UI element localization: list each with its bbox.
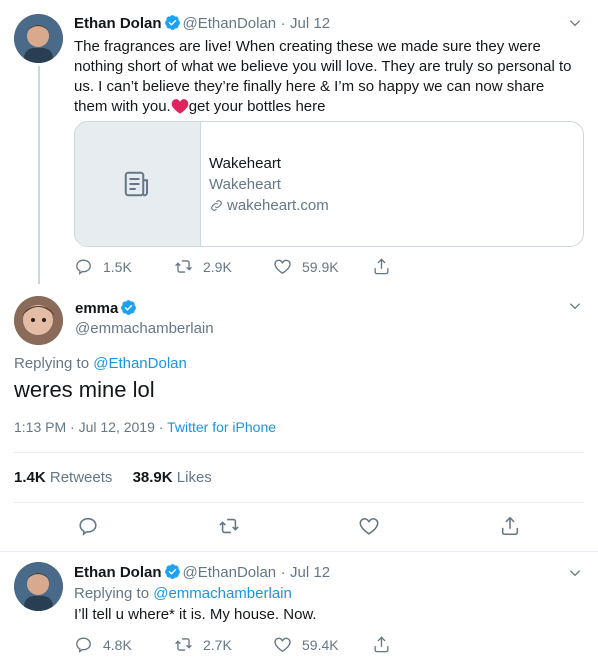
separator: ·	[280, 15, 286, 32]
document-icon	[124, 171, 148, 197]
verified-badge-icon	[120, 299, 137, 316]
reply-count: 1.5K	[103, 258, 132, 275]
caret-menu-button[interactable]	[568, 566, 582, 585]
tweet-date[interactable]: Jul 12	[290, 15, 330, 32]
retweet-icon	[175, 260, 192, 273]
replying-to: Replying to @emmachamberlain	[74, 585, 292, 602]
retweet-icon	[219, 518, 239, 534]
reply-button[interactable]: 4.8K	[74, 635, 132, 654]
reply-count: 4.8K	[103, 636, 132, 653]
replying-prefix: Replying to	[74, 585, 150, 602]
like-total: 38.9K	[132, 469, 173, 486]
like-icon	[274, 259, 291, 275]
separator: ·	[158, 419, 164, 435]
tweet-meta: 1:13 PM · Jul 12, 2019 · Twitter for iPh…	[14, 419, 276, 435]
author-name[interactable]: Ethan Dolan	[74, 15, 162, 32]
like-button[interactable]: 59.4K	[273, 635, 339, 654]
share-button[interactable]	[372, 635, 401, 654]
tweet-source[interactable]: Twitter for iPhone	[167, 419, 276, 435]
card-domain: wakeheart.com	[227, 197, 329, 214]
tweet-header: Ethan Dolan @EthanDolan · Jul 12	[74, 14, 574, 33]
retweet-count: 2.9K	[203, 258, 232, 275]
retweet-button[interactable]: 2.7K	[174, 635, 232, 654]
verified-badge-icon	[164, 14, 181, 31]
chevron-down-icon	[569, 303, 581, 310]
share-button[interactable]	[372, 257, 401, 276]
author-name[interactable]: Ethan Dolan	[74, 564, 162, 581]
author-handle[interactable]: @EthanDolan	[183, 15, 277, 32]
retweet-button[interactable]: 2.9K	[174, 257, 232, 276]
author-name[interactable]: emma	[75, 300, 118, 317]
caret-menu-button[interactable]	[568, 16, 582, 35]
reply-button[interactable]	[77, 515, 109, 537]
heart-emoji-icon	[171, 98, 189, 114]
reply-icon	[76, 637, 91, 653]
reply-icon	[76, 259, 91, 275]
avatar[interactable]	[14, 562, 63, 611]
likes-label: Likes	[176, 469, 212, 486]
link-icon	[211, 200, 222, 211]
tweet-body-tail: get your bottles here	[188, 98, 326, 115]
verified-badge-icon	[164, 563, 181, 580]
like-icon	[359, 518, 379, 535]
retweets-label: Retweets	[49, 469, 113, 486]
divider	[14, 502, 584, 503]
divider	[14, 452, 584, 453]
tweet-header: Ethan Dolan @EthanDolan · Jul 12	[74, 563, 574, 582]
share-icon	[501, 516, 519, 536]
share-button[interactable]	[499, 515, 531, 537]
reply-icon	[79, 517, 97, 536]
like-count: 59.4K	[302, 636, 339, 653]
share-icon	[374, 636, 389, 653]
reply-button[interactable]: 1.5K	[74, 257, 132, 276]
replying-prefix: Replying to	[14, 355, 90, 372]
replying-to-link[interactable]: @emmachamberlain	[153, 585, 292, 602]
caret-menu-button[interactable]	[568, 299, 582, 318]
like-count: 59.9K	[302, 258, 339, 275]
tweet-date[interactable]: Jul 12	[290, 564, 330, 581]
like-button[interactable]	[358, 515, 390, 537]
engagement-stats: 1.4K Retweets 38.9K Likes	[14, 469, 212, 486]
share-icon	[374, 258, 389, 275]
retweet-count: 2.7K	[203, 636, 232, 653]
main-tweet-text: weres mine lol	[14, 377, 155, 402]
card-description: Wakeheart	[209, 176, 281, 193]
separator: ·	[280, 564, 286, 581]
chevron-down-icon	[569, 20, 581, 27]
tweet-text: I’ll tell u where* it is. My house. Now.	[74, 606, 317, 623]
replying-to: Replying to @EthanDolan	[14, 355, 187, 372]
retweet-icon	[175, 638, 192, 651]
retweets-stat[interactable]: 1.4K Retweets	[14, 469, 112, 486]
avatar[interactable]	[14, 14, 63, 63]
like-button[interactable]: 59.9K	[273, 257, 339, 276]
divider	[0, 551, 598, 552]
chevron-down-icon	[569, 570, 581, 577]
thread-line	[38, 66, 40, 284]
like-icon	[274, 637, 291, 653]
author-handle[interactable]: @EthanDolan	[183, 564, 277, 581]
author-handle[interactable]: @emmachamberlain	[75, 320, 214, 337]
tweet-timestamp[interactable]: 1:13 PM · Jul 12, 2019	[14, 419, 155, 435]
avatar[interactable]	[14, 296, 63, 345]
replying-to-link[interactable]: @EthanDolan	[93, 355, 187, 372]
retweet-total: 1.4K	[14, 469, 46, 486]
likes-stat[interactable]: 38.9K Likes	[133, 469, 212, 486]
card-title: Wakeheart	[209, 155, 281, 172]
link-card[interactable]: Wakeheart Wakeheart wakeheart.com	[74, 121, 584, 247]
card-thumbnail	[75, 122, 201, 246]
retweet-button[interactable]	[218, 515, 250, 537]
tweet-text: The fragrances are live! When creating t…	[74, 37, 574, 117]
